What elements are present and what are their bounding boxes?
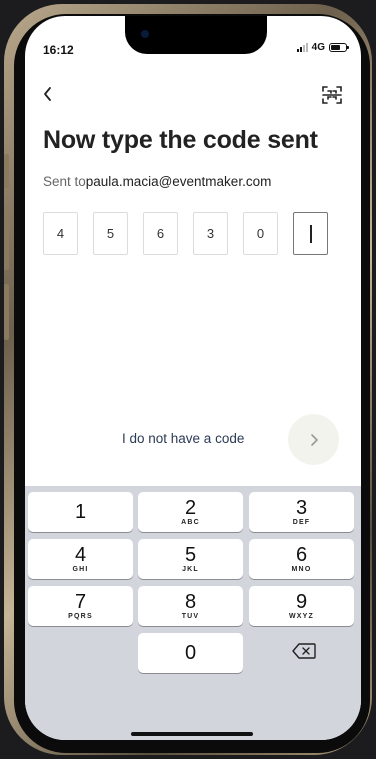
no-code-link[interactable]: I do not have a code bbox=[122, 431, 244, 446]
key-0[interactable]: 0 bbox=[138, 633, 243, 673]
text-cursor bbox=[309, 224, 312, 243]
key-1[interactable]: 1 bbox=[28, 492, 133, 532]
side-button-volume-up bbox=[4, 214, 9, 270]
key-letters: MNO bbox=[291, 566, 312, 573]
battery-icon bbox=[329, 43, 349, 52]
side-button-mute bbox=[4, 154, 9, 188]
sent-to-email: paula.macia@eventmaker.com bbox=[85, 174, 272, 189]
phone-screen: 16:12 4G Now type the code sent Sent top… bbox=[25, 16, 361, 740]
code-digit-1[interactable]: 4 bbox=[43, 212, 78, 255]
key-7[interactable]: 7 PQRS bbox=[28, 586, 133, 626]
chevron-right-icon bbox=[310, 433, 318, 446]
code-digit-3[interactable]: 6 bbox=[143, 212, 178, 255]
numeric-keypad: 1 2 ABC 3 DEF 4 GHI 5 JKL 6 MNO 7 PQRS 8… bbox=[25, 486, 361, 740]
key-8[interactable]: 8 TUV bbox=[138, 586, 243, 626]
qr-scan-icon bbox=[322, 86, 342, 104]
key-letters: GHI bbox=[72, 566, 89, 573]
key-letters: ABC bbox=[181, 519, 200, 526]
key-number: 7 bbox=[74, 591, 87, 613]
code-input-group: 4 5 6 3 0 bbox=[43, 212, 328, 255]
key-6[interactable]: 6 MNO bbox=[249, 539, 354, 579]
back-button[interactable] bbox=[39, 82, 63, 106]
sent-to-line: Sent topaula.macia@eventmaker.com bbox=[43, 174, 271, 189]
key-letters: TUV bbox=[181, 613, 200, 620]
key-number: 5 bbox=[184, 544, 197, 566]
key-number: 6 bbox=[295, 544, 308, 566]
key-letters: JKL bbox=[182, 566, 199, 573]
backspace-icon bbox=[292, 643, 316, 659]
key-5[interactable]: 5 JKL bbox=[138, 539, 243, 579]
home-indicator[interactable] bbox=[131, 732, 253, 736]
page-title: Now type the code sent bbox=[43, 126, 318, 154]
key-letters: DEF bbox=[292, 519, 311, 526]
network-label: 4G bbox=[311, 42, 325, 53]
code-digit-4[interactable]: 3 bbox=[193, 212, 228, 255]
key-number: 2 bbox=[184, 497, 197, 519]
code-digit-5[interactable]: 0 bbox=[243, 212, 278, 255]
key-2[interactable]: 2 ABC bbox=[138, 492, 243, 532]
key-9[interactable]: 9 WXYZ bbox=[249, 586, 354, 626]
chevron-left-icon bbox=[44, 87, 51, 101]
scan-code-button[interactable] bbox=[321, 84, 343, 106]
key-4[interactable]: 4 GHI bbox=[28, 539, 133, 579]
key-3[interactable]: 3 DEF bbox=[249, 492, 354, 532]
code-digit-6[interactable] bbox=[293, 212, 328, 255]
front-camera bbox=[141, 30, 149, 38]
delete-key[interactable] bbox=[291, 642, 317, 660]
signal-icon bbox=[296, 43, 308, 52]
key-number: 0 bbox=[184, 642, 197, 664]
status-icons: 4G bbox=[296, 42, 349, 53]
sent-to-label: Sent to bbox=[43, 174, 86, 189]
notch bbox=[125, 16, 267, 54]
key-number: 3 bbox=[295, 497, 308, 519]
key-number: 8 bbox=[184, 591, 197, 613]
key-number: 1 bbox=[74, 501, 87, 523]
side-button-volume-down bbox=[4, 284, 9, 340]
key-number: 9 bbox=[295, 591, 308, 613]
status-time: 16:12 bbox=[43, 43, 74, 57]
code-digit-2[interactable]: 5 bbox=[93, 212, 128, 255]
next-button[interactable] bbox=[288, 414, 339, 465]
key-number: 4 bbox=[74, 544, 87, 566]
key-letters: PQRS bbox=[68, 613, 93, 620]
key-letters: WXYZ bbox=[288, 613, 315, 620]
